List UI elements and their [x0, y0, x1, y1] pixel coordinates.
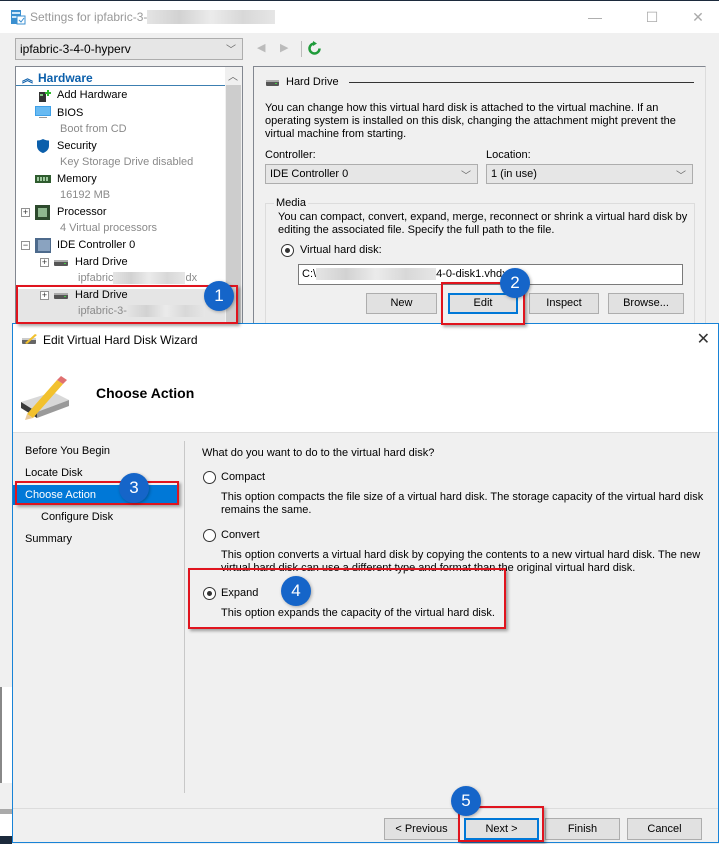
settings-titlebar: Settings for ipfabric-3-4-0-hyperv-xxxxx… — [0, 1, 719, 33]
convert-label[interactable]: Convert — [221, 529, 260, 542]
collapse-double-chevron-icon: ︽ — [22, 73, 33, 85]
compact-label[interactable]: Compact — [221, 471, 265, 484]
step-badge-1: 1 — [204, 281, 234, 311]
maximize-button[interactable]: ☐ — [642, 7, 662, 27]
settings-app-icon — [11, 10, 26, 25]
collapse-minus-icon[interactable]: − — [21, 241, 30, 250]
highlight-expand-option — [188, 568, 506, 629]
details-section-title: Hard Drive — [286, 76, 339, 88]
step-configure-disk[interactable]: Configure Disk — [13, 507, 179, 527]
wizard-header: Choose Action — [13, 354, 718, 433]
footer-separator — [13, 808, 718, 809]
hardware-section-header[interactable]: ︽ Hardware — [16, 70, 226, 86]
inspect-button[interactable]: Inspect — [529, 293, 599, 314]
memory-detail: 16192 MB — [60, 189, 111, 201]
action-question: What do you want to do to the virtual ha… — [202, 447, 435, 459]
cancel-button[interactable]: Cancel — [627, 818, 702, 840]
minimize-button[interactable]: — — [585, 7, 605, 27]
step-badge-4: 4 — [281, 576, 311, 606]
step-badge-2: 2 — [500, 268, 530, 298]
hard-drive-1-detail: ipfabric dx — [78, 272, 198, 284]
compact-radio[interactable] — [203, 471, 216, 484]
ide-controller-icon — [35, 238, 51, 253]
refresh-icon[interactable] — [307, 41, 322, 56]
vhd-radio-label[interactable]: Virtual hard disk: — [300, 244, 382, 257]
wizard-titlebar: Edit Virtual Hard Disk Wizard ✕ — [13, 324, 718, 354]
hard-drive-icon — [54, 260, 68, 266]
background-panel-edge — [0, 687, 12, 783]
security-detail: Key Storage Drive disabled — [60, 156, 194, 168]
forward-arrow-icon[interactable]: ▶ — [280, 41, 294, 57]
steps-separator — [184, 441, 185, 793]
processor-chip-icon — [35, 205, 50, 220]
new-button[interactable]: New — [366, 293, 437, 314]
convert-radio[interactable] — [203, 529, 216, 542]
media-description: You can compact, convert, expand, merge,… — [278, 211, 688, 236]
settings-window-title: Settings for ipfabric-3-4-0-hyperv-xxxxx… — [30, 10, 275, 24]
vm-selector-value: ipfabric-3-4-0-hyperv — [20, 42, 131, 56]
chevron-down-icon: ﹀ — [461, 171, 471, 182]
location-label: Location: — [486, 149, 531, 161]
media-label: Media — [274, 197, 308, 209]
close-button[interactable]: ✕ — [688, 7, 708, 27]
wizard-title: Edit Virtual Hard Disk Wizard — [43, 333, 198, 347]
chevron-down-icon: ﹀ — [676, 171, 686, 182]
step-badge-5: 5 — [451, 786, 481, 816]
tree-item-processor[interactable]: Processor — [57, 206, 107, 218]
highlight-choose-action — [15, 481, 179, 505]
vm-selector[interactable]: ipfabric-3-4-0-hyperv ﹀ — [15, 38, 243, 60]
step-before-you-begin[interactable]: Before You Begin — [13, 441, 179, 461]
redacted-text: 4-0-hyperv-xxxxxxxxxxx — [147, 10, 275, 24]
hardware-section-label: Hardware — [38, 71, 93, 85]
security-shield-icon — [37, 139, 49, 153]
chevron-down-icon: ﹀ — [226, 45, 236, 56]
scroll-up-icon[interactable]: ︿ — [228, 68, 238, 83]
step-badge-3: 3 — [119, 473, 149, 503]
controller-label: Controller: — [265, 149, 316, 161]
tree-item-hard-drive-1[interactable]: Hard Drive — [75, 256, 128, 268]
tree-item-memory[interactable]: Memory — [57, 173, 97, 185]
bios-monitor-icon — [35, 106, 51, 118]
tree-item-add-hardware[interactable]: Add Hardware — [57, 89, 127, 101]
wizard-page-heading: Choose Action — [96, 385, 195, 401]
tree-item-security[interactable]: Security — [57, 140, 97, 152]
expand-plus-icon[interactable]: + — [40, 258, 49, 267]
step-locate-disk[interactable]: Locate Disk — [13, 463, 179, 483]
section-divider — [349, 82, 694, 83]
expand-plus-icon[interactable]: + — [21, 208, 30, 217]
close-icon[interactable]: ✕ — [697, 329, 710, 349]
hard-drive-icon — [266, 80, 279, 86]
bios-detail: Boot from CD — [60, 123, 127, 135]
tree-item-bios[interactable]: BIOS — [57, 107, 83, 119]
previous-button[interactable]: < Previous — [384, 818, 459, 840]
browse-button[interactable]: Browse... — [608, 293, 684, 314]
back-arrow-icon[interactable]: ◀ — [257, 41, 271, 57]
location-value: 1 (in use) — [491, 168, 537, 180]
edit-disk-large-icon — [21, 376, 69, 420]
compact-description: This option compacts the file size of a … — [221, 491, 704, 516]
finish-button[interactable]: Finish — [545, 818, 620, 840]
step-summary[interactable]: Summary — [13, 529, 179, 549]
controller-value: IDE Controller 0 — [270, 168, 349, 180]
processor-detail: 4 Virtual processors — [60, 222, 158, 234]
controller-dropdown[interactable]: IDE Controller 0 ﹀ — [265, 164, 478, 184]
attach-description: You can change how this virtual hard dis… — [265, 102, 676, 140]
toolbar-separator — [301, 41, 302, 57]
memory-icon — [35, 175, 51, 183]
edit-disk-small-icon — [22, 334, 37, 344]
add-hardware-icon — [39, 90, 51, 102]
tree-item-ide-controller-0[interactable]: IDE Controller 0 — [57, 239, 135, 251]
vhd-radio[interactable] — [281, 244, 294, 257]
background-panel-edge — [0, 814, 12, 836]
location-dropdown[interactable]: 1 (in use) ﹀ — [486, 164, 693, 184]
